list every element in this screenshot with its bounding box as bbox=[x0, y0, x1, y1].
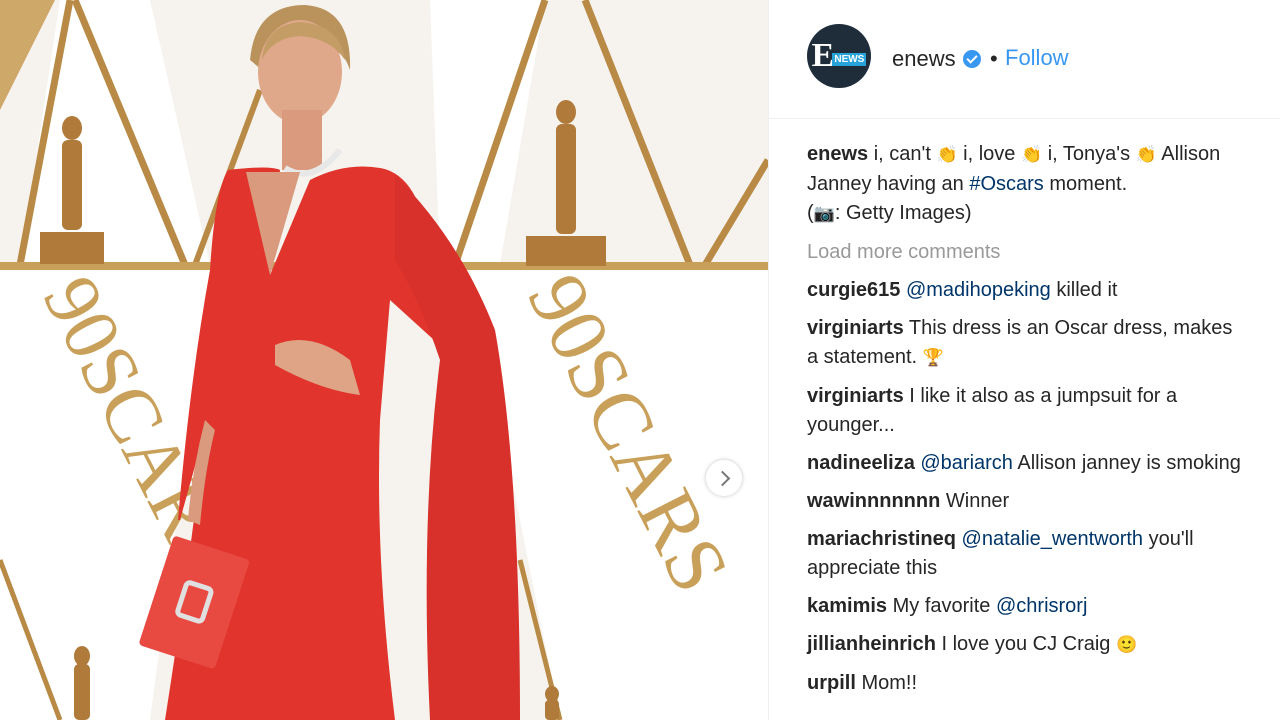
comment-username[interactable]: mariachristineq bbox=[807, 528, 956, 550]
comment: jillianheinrich I love you CJ Craig 🙂 bbox=[807, 630, 1247, 660]
comment-username[interactable]: wawinnnnnnn bbox=[807, 490, 940, 512]
comment-text: Winner bbox=[940, 490, 1010, 512]
comment-text: My favorite bbox=[887, 595, 996, 617]
post-photo[interactable]: 90SCARS 90SCARS bbox=[0, 0, 768, 720]
comment: kamimis My favorite @chrisrorj bbox=[807, 592, 1247, 621]
comment-username[interactable]: virginiarts bbox=[807, 317, 904, 339]
comment: urpill Mom!! bbox=[807, 669, 1247, 698]
comment: nadineeliza @bariarch Allison janney is … bbox=[807, 449, 1247, 478]
comment: wawinnnnnnn Winner bbox=[807, 487, 1247, 516]
comments-list: enews i, can't 👏 i, love 👏 i, Tonya's 👏 … bbox=[807, 140, 1247, 707]
comment: mariachristineq @natalie_wentworth you'l… bbox=[807, 525, 1247, 583]
caption-text-2: i, love bbox=[957, 143, 1021, 165]
load-more-comments-button[interactable]: Load more comments bbox=[807, 238, 1247, 267]
photo-illustration: 90SCARS 90SCARS bbox=[0, 0, 768, 720]
caption-username[interactable]: enews bbox=[807, 143, 868, 165]
comment: curgie615 @madihopeking killed it bbox=[807, 276, 1247, 305]
caption-text-3: i, Tonya's bbox=[1042, 143, 1136, 165]
chevron-right-icon bbox=[714, 470, 730, 486]
comment-text: Allison janney is smoking bbox=[1012, 452, 1241, 474]
username-link[interactable]: enews bbox=[892, 46, 956, 72]
caption-text-1: i, can't bbox=[873, 143, 937, 165]
comment-text: killed it bbox=[1050, 279, 1118, 301]
carousel-next-button[interactable] bbox=[706, 460, 742, 496]
trophy-emoji: 🏆 bbox=[922, 348, 944, 368]
comment-username[interactable]: curgie615 bbox=[807, 279, 900, 301]
comment-username[interactable]: jillianheinrich bbox=[807, 633, 936, 655]
credit-text: : Getty Images) bbox=[834, 202, 972, 224]
comment-mention[interactable]: @madihopeking bbox=[906, 279, 1051, 301]
avatar-logo-news: NEWS bbox=[832, 52, 867, 66]
smile-emoji: 🙂 bbox=[1116, 635, 1138, 655]
comment-username[interactable]: nadineeliza bbox=[807, 452, 915, 474]
post-header: E NEWS enews • Follow bbox=[769, 0, 1280, 119]
avatar-logo-e: E bbox=[811, 37, 835, 74]
comment-text: Mom!! bbox=[855, 672, 918, 694]
credit-open: ( bbox=[807, 202, 814, 224]
comment-username[interactable]: urpill bbox=[807, 672, 856, 694]
post-sidebar: E NEWS enews • Follow enews i, can't 👏 i… bbox=[768, 0, 1280, 720]
camera-icon: 📷 bbox=[813, 204, 835, 224]
comment: virginiarts I like it also as a jumpsuit… bbox=[807, 382, 1247, 440]
comment-username[interactable]: virginiarts bbox=[807, 385, 904, 407]
verified-badge-icon bbox=[963, 50, 981, 68]
comment-mention[interactable]: @chrisrorj bbox=[996, 595, 1087, 617]
caption-text-5: moment. bbox=[1043, 173, 1128, 195]
clap-emoji-1: 👏 bbox=[936, 145, 958, 165]
follow-button[interactable]: Follow bbox=[1005, 45, 1069, 71]
avatar[interactable]: E NEWS bbox=[807, 24, 871, 88]
comment-username[interactable]: kamimis bbox=[807, 595, 887, 617]
comment: virginiarts This dress is an Oscar dress… bbox=[807, 314, 1247, 373]
caption: enews i, can't 👏 i, love 👏 i, Tonya's 👏 … bbox=[807, 140, 1247, 229]
separator-dot: • bbox=[990, 46, 998, 71]
clap-emoji-3: 👏 bbox=[1135, 145, 1157, 165]
comment-mention[interactable]: @natalie_wentworth bbox=[962, 528, 1144, 550]
clap-emoji-2: 👏 bbox=[1020, 145, 1043, 165]
comment-mention[interactable]: @bariarch bbox=[920, 452, 1013, 474]
hashtag-link[interactable]: #Oscars bbox=[969, 173, 1043, 195]
comment-text: I love you CJ Craig bbox=[935, 633, 1116, 655]
